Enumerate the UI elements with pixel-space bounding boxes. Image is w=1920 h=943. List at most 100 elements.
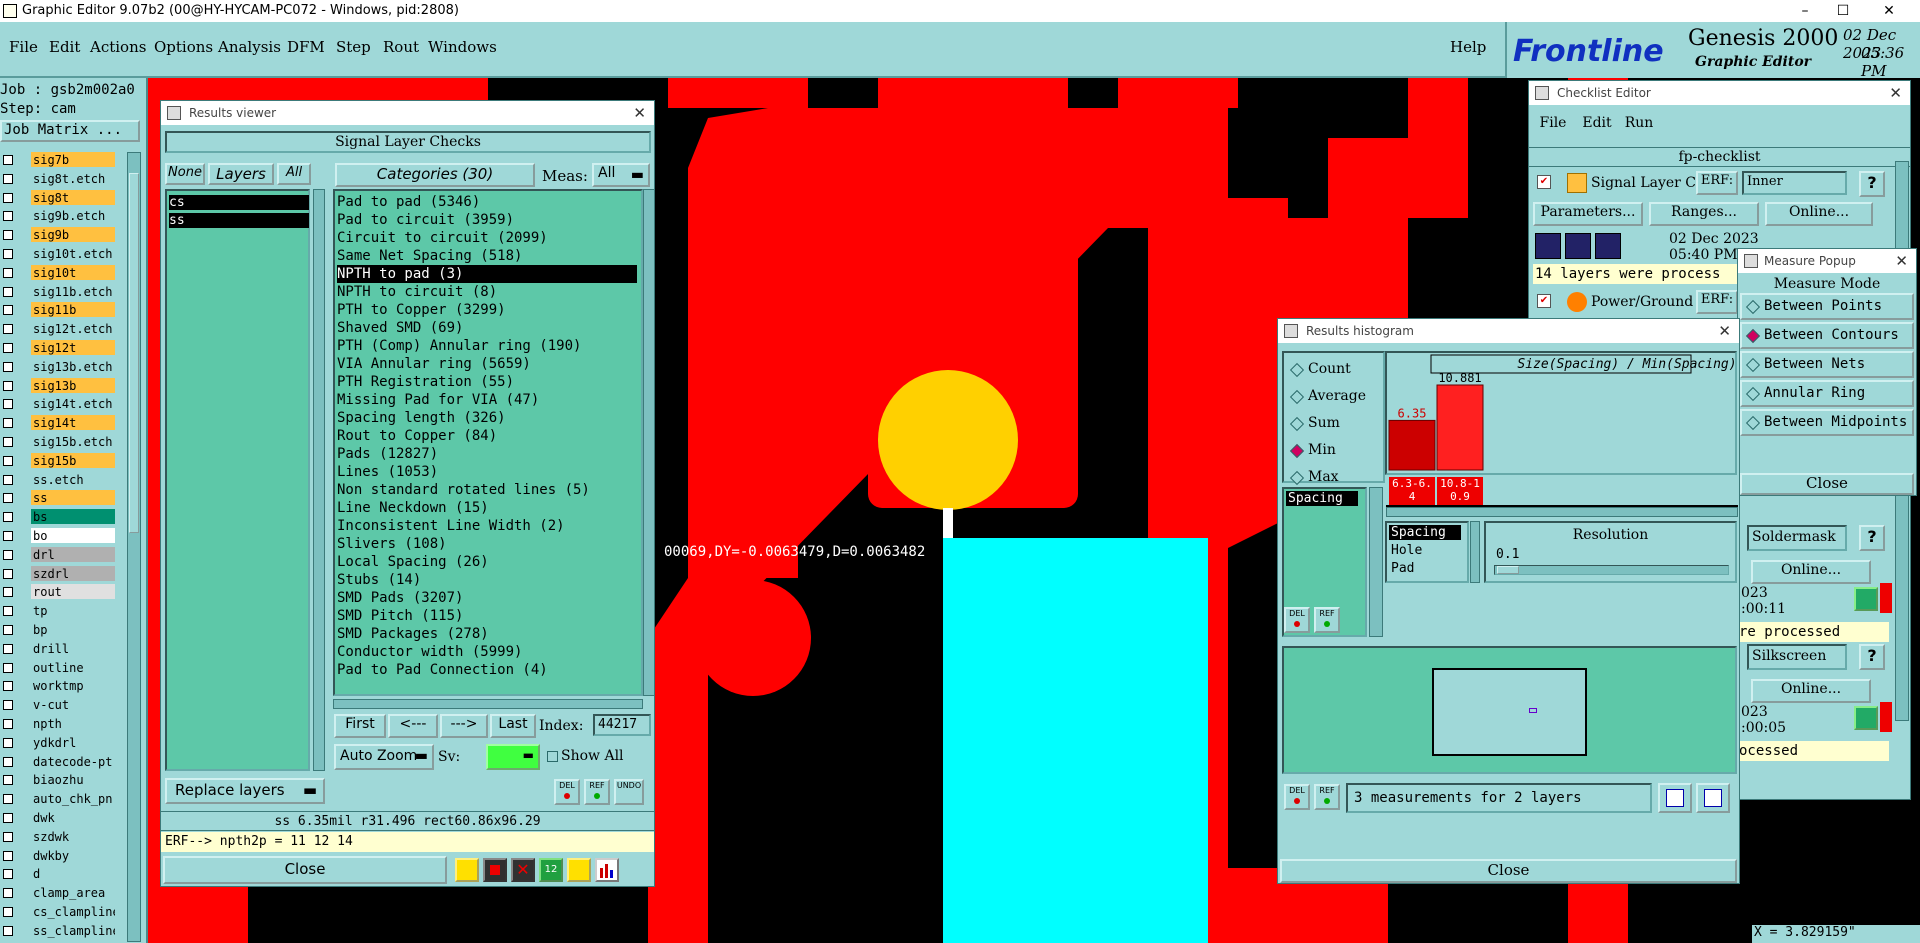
layer-checkbox[interactable]	[3, 192, 13, 203]
layer-name[interactable]: sig11b	[31, 302, 115, 318]
category-item[interactable]: Lines (1053)	[337, 463, 637, 481]
layer-row[interactable]: sig9b	[0, 227, 115, 243]
layer-checkbox[interactable]	[3, 719, 13, 729]
stat-option[interactable]: Average	[1286, 386, 1382, 408]
layer-row[interactable]: datecode-pt	[0, 753, 115, 770]
layer-name[interactable]: bo	[31, 528, 115, 543]
stat-option[interactable]: Sum	[1286, 413, 1382, 435]
layer-checkbox[interactable]	[3, 756, 13, 767]
layer-row[interactable]: bs	[0, 509, 115, 525]
radio-icon[interactable]	[1289, 416, 1305, 432]
toolbar-icon-4[interactable]: 12	[539, 858, 563, 882]
prev-button[interactable]: <---	[388, 714, 438, 738]
layer-name[interactable]: sig8t.etch	[31, 170, 115, 186]
layer-name[interactable]: bp	[31, 622, 115, 637]
layer-checkbox[interactable]	[3, 907, 13, 917]
category-item[interactable]: SMD Packages (278)	[337, 625, 637, 643]
layer-row[interactable]: sig14t.etch	[0, 396, 115, 412]
parameters-button[interactable]: Parameters...	[1533, 202, 1643, 226]
undo-button[interactable]: UNDO	[614, 779, 644, 805]
layers-scrollbar[interactable]	[313, 189, 325, 771]
check-row1-label[interactable]: Signal Layer Ch	[1591, 175, 1705, 191]
layer-name[interactable]: sig13b.etch	[31, 358, 115, 374]
category-item[interactable]: Line Neckdown (15)	[337, 499, 637, 517]
erf-button-2[interactable]: ERF:	[1696, 290, 1738, 314]
layer-name[interactable]: sig9b	[31, 227, 115, 243]
layer-row[interactable]: sig14t	[0, 415, 115, 431]
layer-row[interactable]: drill	[0, 640, 115, 657]
layer-name[interactable]: sig12t	[31, 340, 115, 355]
layer-name[interactable]: sig15b	[31, 452, 115, 468]
sort-icon[interactable]	[1658, 783, 1692, 813]
erf-button[interactable]: ERF:	[1696, 171, 1738, 195]
layer-name[interactable]: cs_clampline	[31, 904, 115, 919]
category-item[interactable]: Conductor width (5999)	[337, 643, 637, 661]
layer-name[interactable]: ss_clampline	[31, 922, 115, 938]
layer-name[interactable]: sig12t.etch	[31, 321, 115, 337]
sv-color-dropdown[interactable]: ▬	[486, 744, 540, 770]
categories-listbox[interactable]: Pad to pad (5346) Pad to circuit (3959) Ci…	[333, 189, 643, 696]
measure-mode-option[interactable]: Annular Ring	[1740, 380, 1914, 407]
measure-mode-option[interactable]: Between Nets	[1740, 351, 1914, 378]
stat-option[interactable]: Min	[1286, 440, 1382, 462]
category-item[interactable]: Spacing length (326)	[337, 409, 637, 427]
category-item[interactable]: NPTH to pad (3)	[337, 265, 637, 283]
category-item[interactable]: Pad to pad (5346)	[337, 193, 637, 211]
layer-name[interactable]: biaozhu	[31, 772, 115, 788]
radio-icon[interactable]	[1289, 389, 1305, 405]
layer-name[interactable]: sig10t.etch	[31, 246, 115, 261]
layer-name[interactable]: sig10t	[31, 264, 115, 280]
layer-scroll-thumb[interactable]	[129, 173, 139, 533]
layer-name[interactable]: szdwk	[31, 828, 115, 844]
radio-icon[interactable]	[1745, 328, 1761, 344]
category-item[interactable]: SMD Pads (3207)	[337, 589, 637, 607]
layer-row[interactable]: v-cut	[0, 697, 115, 713]
category-item[interactable]: NPTH to circuit (8)	[337, 283, 637, 301]
layer-row[interactable]: ss.etch	[0, 471, 115, 488]
run-icon-3[interactable]	[1595, 233, 1621, 259]
layers-button[interactable]: Layers	[208, 163, 274, 185]
layer-name[interactable]: ydkdrl	[31, 734, 115, 750]
del-button[interactable]: DEL	[554, 779, 580, 805]
hist-del-button-2[interactable]: DEL	[1284, 784, 1310, 810]
menu-rout[interactable]: Rout	[383, 38, 419, 56]
radio-icon[interactable]	[1289, 362, 1305, 378]
erf-value-field[interactable]: Inner	[1742, 171, 1847, 195]
layer-name[interactable]: dwk	[31, 810, 115, 825]
category-item[interactable]: VIA Annular ring (5659)	[337, 355, 637, 373]
layer-checkbox[interactable]	[3, 286, 13, 297]
layer-checkbox[interactable]	[3, 681, 13, 692]
layer-row[interactable]: npth	[0, 716, 115, 732]
layer-checkbox[interactable]	[3, 850, 13, 861]
layer-checkbox[interactable]	[3, 437, 13, 447]
zoom-icon[interactable]	[1854, 706, 1878, 730]
next-button[interactable]: --->	[440, 714, 488, 738]
layer-name[interactable]: d	[31, 866, 115, 882]
layer-checkbox[interactable]	[3, 512, 13, 523]
close-icon[interactable]: ✕	[1718, 319, 1731, 343]
layer-row[interactable]: worktmp	[0, 678, 115, 694]
menu-dfm[interactable]: DFM	[287, 38, 325, 56]
ranges-button[interactable]: Ranges...	[1649, 202, 1759, 226]
layer-row[interactable]: tp	[0, 603, 115, 619]
board-preview[interactable]	[1432, 668, 1587, 756]
layer-row[interactable]: sig13b.etch	[0, 358, 115, 375]
toolbar-icon-1[interactable]	[455, 858, 479, 882]
menu-file[interactable]: File	[9, 38, 38, 56]
layer-name[interactable]: outline	[31, 659, 115, 675]
layer-row[interactable]: szdwk	[0, 828, 115, 845]
category-item[interactable]: Non standard rotated lines (5)	[337, 481, 637, 499]
layer-checkbox[interactable]	[3, 211, 13, 222]
category-item[interactable]: Pad to circuit (3959)	[337, 211, 637, 229]
layer-name[interactable]: tp	[31, 603, 115, 619]
silkscreen-field[interactable]: Silkscreen	[1747, 644, 1847, 670]
index-input[interactable]: 44217	[593, 714, 651, 736]
layer-row[interactable]: ss	[0, 490, 115, 506]
layer-row[interactable]: clamp_area	[0, 885, 115, 901]
category-item[interactable]: PTH Registration (55)	[337, 373, 637, 391]
layer-checkbox[interactable]	[3, 399, 13, 410]
resolution-slider-thumb[interactable]	[1497, 566, 1519, 574]
layer-checkbox[interactable]	[3, 625, 13, 635]
radio-icon[interactable]	[1745, 415, 1761, 431]
toolbar-icon-2[interactable]	[483, 858, 507, 882]
